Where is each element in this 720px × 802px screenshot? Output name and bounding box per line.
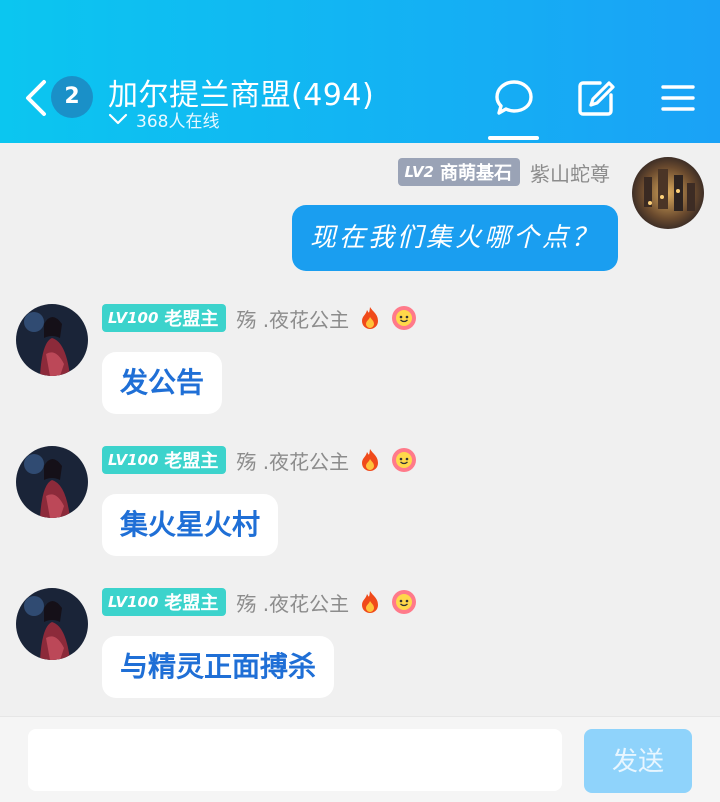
sender-nickname[interactable]: 殇 .夜花公主 <box>236 304 349 333</box>
message-item: LV100 老盟主 殇 .夜花公主 发公告 <box>0 300 720 420</box>
sender-meta: LV100 老盟主 殇 .夜花公主 <box>102 303 417 333</box>
message-item: LV100 老盟主 殇 .夜花公主 集火星火村 <box>0 442 720 562</box>
sender-meta: LV2 商萌基石 紫山蛇尊 <box>398 157 610 187</box>
message-bubble[interactable]: 现在我们集火哪个点？ <box>291 205 618 271</box>
composer-bar: 发送 <box>0 716 720 802</box>
online-count-label: 368人在线 <box>136 111 220 132</box>
level-badge: LV100 老盟主 <box>102 446 227 474</box>
avatar[interactable] <box>16 446 88 518</box>
fire-icon <box>362 307 379 329</box>
send-button[interactable]: 发送 <box>584 729 692 793</box>
smiley-flower-icon <box>392 590 417 614</box>
back-icon[interactable] <box>18 76 54 120</box>
level-title: 老盟主 <box>164 593 219 614</box>
active-tab-indicator <box>488 136 539 140</box>
message-item-self: LV2 商萌基石 紫山蛇尊 现在我们集火哪个点？ <box>0 150 720 280</box>
smiley-flower-icon <box>392 448 417 472</box>
chat-header: 2 加尔提兰商盟(494) 368人在线 <box>0 0 720 143</box>
menu-icon[interactable] <box>658 78 698 118</box>
level-tag: LV2 <box>404 163 434 181</box>
smiley-flower-icon <box>392 306 417 330</box>
chevron-down-icon <box>108 113 128 125</box>
edit-icon[interactable] <box>576 78 616 118</box>
sender-nickname[interactable]: 殇 .夜花公主 <box>236 588 349 617</box>
fire-icon <box>362 591 379 613</box>
message-bubble[interactable]: 与精灵正面搏杀 <box>102 636 335 698</box>
avatar[interactable] <box>632 157 704 229</box>
sender-nickname[interactable]: 紫山蛇尊 <box>530 158 610 187</box>
level-title: 商萌基石 <box>440 163 512 184</box>
avatar[interactable] <box>16 588 88 660</box>
message-item: LV100 老盟主 殇 .夜花公主 与精灵正面搏杀 <box>0 584 720 704</box>
online-count[interactable]: 368人在线 <box>108 108 220 132</box>
level-title: 老盟主 <box>164 451 219 472</box>
unread-count-badge[interactable]: 2 <box>51 76 93 118</box>
message-input[interactable] <box>28 729 562 791</box>
message-bubble[interactable]: 集火星火村 <box>102 494 279 556</box>
sender-meta: LV100 老盟主 殇 .夜花公主 <box>102 445 417 475</box>
sender-nickname[interactable]: 殇 .夜花公主 <box>236 446 349 475</box>
level-badge: LV100 老盟主 <box>102 588 227 616</box>
level-badge: LV2 商萌基石 <box>398 158 520 186</box>
message-bubble[interactable]: 发公告 <box>102 352 223 414</box>
level-badge: LV100 老盟主 <box>102 304 227 332</box>
level-tag: LV100 <box>108 309 159 327</box>
chat-bubble-icon[interactable] <box>494 78 534 118</box>
level-tag: LV100 <box>108 451 159 469</box>
fire-icon <box>362 449 379 471</box>
level-title: 老盟主 <box>164 309 219 330</box>
sender-meta: LV100 老盟主 殇 .夜花公主 <box>102 587 417 617</box>
level-tag: LV100 <box>108 593 159 611</box>
avatar[interactable] <box>16 304 88 376</box>
